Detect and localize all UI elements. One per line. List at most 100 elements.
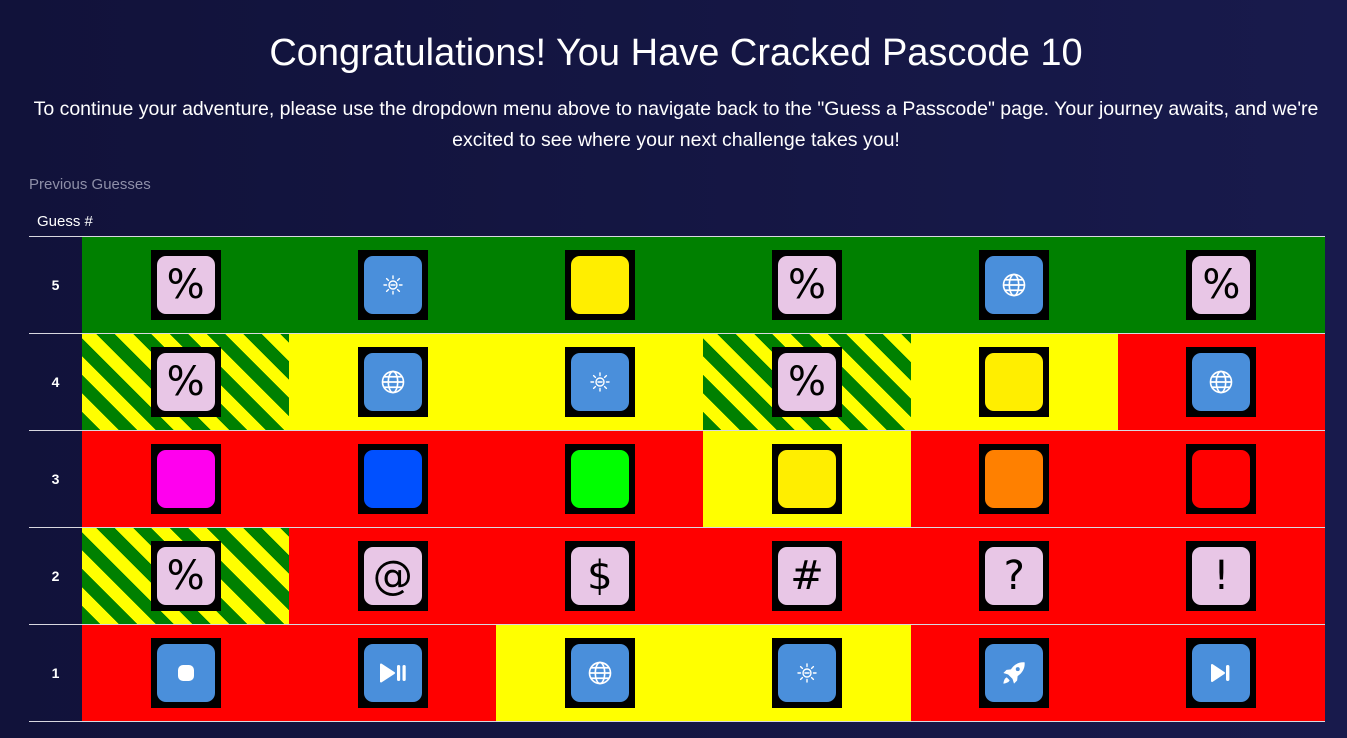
symbol-tile: ! [1186, 541, 1257, 611]
globe-icon [985, 256, 1044, 314]
icon-tile [1186, 347, 1257, 417]
color-swatch [1192, 450, 1251, 508]
guess-cell [82, 625, 290, 721]
guess-cell: @ [289, 528, 497, 624]
color-tile [357, 444, 428, 514]
globe-icon [1192, 353, 1251, 411]
success-message: To continue your adventure, please use t… [33, 98, 1319, 151]
guess-number-header: Guess # [37, 212, 93, 230]
guess-number: 1 [51, 665, 60, 681]
color-tile [564, 250, 635, 320]
icon-tile [979, 250, 1050, 320]
guess-cell: % [703, 334, 911, 430]
brightness-icon [363, 256, 422, 314]
color-swatch [570, 256, 629, 314]
symbol-tile: % [150, 541, 221, 611]
guess-cell: % [82, 334, 290, 430]
guess-cell [910, 431, 1118, 527]
symbol-tile: # [772, 541, 843, 611]
guess-row: 4%% [29, 334, 1325, 431]
guess-cell [1117, 431, 1325, 527]
guess-cell [703, 431, 911, 527]
guess-cell [289, 431, 497, 527]
table-caption: Previous Guesses [29, 176, 151, 193]
globe-icon [570, 644, 629, 702]
color-tile [1186, 444, 1257, 514]
icon-tile [150, 638, 221, 708]
symbol-tile: @ [357, 541, 428, 611]
symbol-tile: $ [564, 541, 635, 611]
brightness-icon [570, 353, 629, 411]
color-swatch [570, 450, 629, 508]
color-swatch [985, 353, 1044, 411]
percent-symbol: % [1192, 256, 1251, 314]
color-tile [564, 444, 635, 514]
skip-next-icon [1192, 644, 1251, 702]
rocket-icon [985, 644, 1044, 702]
color-swatch [156, 450, 215, 508]
percent-symbol: % [156, 256, 215, 314]
table-header-row: Guess # [29, 206, 1325, 237]
hash-symbol: # [778, 547, 837, 605]
guess-cell: ! [1117, 528, 1325, 624]
guess-cell [289, 625, 497, 721]
guess-cell [496, 431, 704, 527]
guess-cell [910, 334, 1118, 430]
percent-symbol: % [156, 547, 215, 605]
guess-cell [82, 431, 290, 527]
percent-symbol: % [778, 256, 837, 314]
exclamation-symbol: ! [1192, 547, 1251, 605]
guess-row: 1 [29, 625, 1325, 722]
symbol-tile: % [150, 250, 221, 320]
guess-cell [910, 237, 1118, 333]
guess-cell: % [82, 528, 290, 624]
guess-cell: $ [496, 528, 704, 624]
guess-cell [703, 625, 911, 721]
at-symbol: @ [363, 547, 422, 605]
icon-tile [357, 250, 428, 320]
guess-cell: % [82, 237, 290, 333]
brightness-icon [778, 644, 837, 702]
guess-cell [289, 237, 497, 333]
guess-row: 2% @ $ #?! [29, 528, 1325, 625]
guess-cell [910, 625, 1118, 721]
guess-row: 3 [29, 431, 1325, 528]
previous-guesses-table: Guess # 5%%% 4%% 3 2% @ $ #?! 1 [29, 206, 1325, 722]
color-swatch [778, 450, 837, 508]
symbol-tile: % [772, 347, 843, 417]
globe-icon [363, 353, 422, 411]
icon-tile [564, 347, 635, 417]
guess-cell: % [703, 237, 911, 333]
table-body: 5%%% 4%% 3 2% @ $ #?! 1 [29, 237, 1325, 722]
icon-tile [357, 638, 428, 708]
percent-symbol: % [778, 353, 837, 411]
color-swatch [363, 450, 422, 508]
guess-cell [1117, 625, 1325, 721]
guess-number: 4 [51, 374, 60, 390]
guess-cell [496, 334, 704, 430]
symbol-tile: % [772, 250, 843, 320]
guess-cell [289, 334, 497, 430]
stop-icon [156, 644, 215, 702]
color-tile [772, 444, 843, 514]
guess-cell: ? [910, 528, 1118, 624]
icon-tile [772, 638, 843, 708]
guess-cell [496, 625, 704, 721]
play-pause-icon [363, 644, 422, 702]
icon-tile [564, 638, 635, 708]
percent-symbol: % [156, 353, 215, 411]
guess-cell: # [703, 528, 911, 624]
guess-number: 2 [51, 568, 60, 584]
dollar-symbol: $ [570, 547, 629, 605]
page-title: Congratulations! You Have Cracked Pascod… [269, 32, 1083, 74]
color-tile [979, 444, 1050, 514]
icon-tile [1186, 638, 1257, 708]
symbol-tile: % [150, 347, 221, 417]
color-tile [150, 444, 221, 514]
guess-row: 5%%% [29, 237, 1325, 334]
guess-cell [496, 237, 704, 333]
icon-tile [979, 638, 1050, 708]
question-symbol: ? [985, 547, 1044, 605]
color-swatch [985, 450, 1044, 508]
guess-cell: % [1117, 237, 1325, 333]
